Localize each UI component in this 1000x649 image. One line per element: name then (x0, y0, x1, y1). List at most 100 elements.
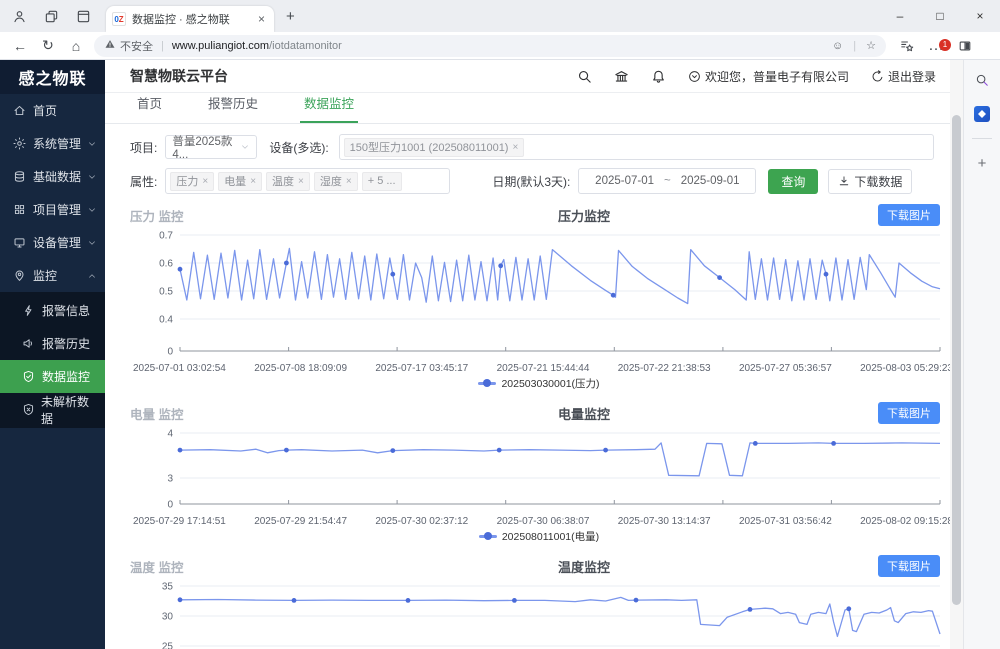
browser-home-button[interactable]: ⌂ (62, 38, 90, 54)
page: 0Z 数据监控 · 感之物联 × + – □ × ← ↻ ⌂ 不安全 | www… (0, 0, 1000, 649)
attribute-tag[interactable]: 温度× (266, 172, 310, 191)
db-icon (13, 170, 27, 184)
sidebar-item-unparsed-data[interactable]: 未解析数据 (0, 393, 105, 426)
sidebar-item-system-mgmt[interactable]: 系统管理 (0, 127, 105, 160)
url-input[interactable]: 不安全 | www.puliangiot.com /iotdatamonitor… (94, 35, 886, 57)
favorite-star-icon[interactable]: ☆ (866, 39, 876, 52)
m365-app-icon[interactable] (972, 104, 992, 124)
chart-canvas[interactable]: 353025 (125, 579, 955, 649)
sidebar-item-alarm-info[interactable]: 报警信息 (0, 294, 105, 327)
pin-icon (13, 269, 27, 283)
browser-tab[interactable]: 0Z 数据监控 · 感之物联 × (106, 6, 274, 32)
shield-x-icon (22, 403, 35, 417)
workspaces-icon[interactable] (38, 4, 64, 28)
collections-icon[interactable] (900, 39, 914, 53)
scrollbar-thumb[interactable] (952, 115, 961, 605)
project-select[interactable]: 普量2025款4... (165, 135, 257, 159)
tab-0[interactable]: 首页 (133, 93, 166, 123)
split-screen-icon[interactable] (958, 39, 972, 53)
svg-text:0.7: 0.7 (159, 231, 173, 242)
new-tab-button[interactable]: + (286, 8, 295, 25)
logout-button[interactable]: 退出登录 (871, 68, 936, 85)
svg-text:30: 30 (162, 612, 174, 623)
chevron-down-icon (87, 172, 97, 182)
tab-close-icon[interactable]: × (255, 12, 268, 26)
remove-tag-icon[interactable]: × (298, 176, 304, 187)
x-tick-label: 2025-08-03 05:29:23 (860, 363, 953, 374)
sidebar-item-monitoring[interactable]: 监控 (0, 259, 105, 292)
chart-side-label: 压力 监控 (130, 206, 290, 225)
refresh-button[interactable]: ↻ (34, 37, 62, 54)
query-button[interactable]: 查询 (768, 169, 818, 194)
remove-tag-icon[interactable]: × (202, 176, 208, 187)
window-close-button[interactable]: × (960, 0, 1000, 32)
remove-tag-icon[interactable]: × (512, 142, 518, 153)
app-sidebar: 感之物联 首页 系统管理 基础数据 项目管理 设备管理 监控 报警信息 报警历史… (0, 60, 105, 649)
svg-text:0.5: 0.5 (159, 287, 173, 298)
notification-badge: 1 (939, 39, 951, 51)
notifications-bell-icon[interactable] (651, 69, 666, 84)
sidebar-item-project-mgmt[interactable]: 项目管理 (0, 193, 105, 226)
x-tick-label: 2025-07-29 17:14:51 (133, 516, 226, 527)
sidebar-item-home[interactable]: 首页 (0, 94, 105, 127)
app-title: 智慧物联云平台 (130, 66, 228, 86)
attribute-multiselect[interactable]: 压力×电量×温度×湿度×+ 5 ... (165, 168, 450, 194)
download-data-button[interactable]: 下载数据 (828, 169, 912, 194)
sidebar-item-data-monitor[interactable]: 数据监控 (0, 360, 105, 393)
svg-text:35: 35 (162, 582, 174, 593)
download-image-button[interactable]: 下载图片 (878, 204, 940, 226)
profile-icon[interactable] (6, 4, 32, 28)
chart-canvas[interactable]: 430 (125, 426, 955, 510)
attribute-tag[interactable]: 湿度× (314, 172, 358, 191)
svg-text:0: 0 (167, 347, 173, 358)
svg-text:0.6: 0.6 (159, 259, 173, 270)
chart-canvas[interactable]: 0.70.60.50.40 (125, 228, 955, 357)
svg-text:0: 0 (167, 500, 173, 511)
x-axis-labels: 2025-07-01 03:02:542025-07-08 18:09:0920… (125, 362, 953, 374)
sidebar-item-alarm-history[interactable]: 报警历史 (0, 327, 105, 360)
date-end[interactable]: 2025-09-01 (681, 175, 740, 187)
sidebar-search-icon[interactable] (972, 70, 992, 90)
attribute-tag[interactable]: 电量× (218, 172, 262, 191)
filter-bar: 项目: 普量2025款4... 设备(多选): 150型压力1001 (2025… (105, 124, 950, 194)
date-start[interactable]: 2025-07-01 (595, 175, 654, 187)
back-button[interactable]: ← (6, 38, 34, 54)
tab-2[interactable]: 数据监控 (300, 93, 358, 123)
chart-title: 温度监控 (290, 557, 878, 576)
download-image-button[interactable]: 下载图片 (878, 555, 940, 577)
device-tag[interactable]: 150型压力1001 (202508011001)× (344, 138, 525, 157)
sidebar-item-basic-data[interactable]: 基础数据 (0, 160, 105, 193)
download-image-button[interactable]: 下载图片 (878, 402, 940, 424)
x-tick-label: 2025-07-27 05:36:57 (739, 363, 832, 374)
device-multiselect[interactable]: 150型压力1001 (202508011001)× (339, 134, 934, 160)
date-range-picker[interactable]: 2025-07-01 ~ 2025-09-01 (578, 168, 756, 194)
sidebar-item-label: 报警信息 (42, 302, 90, 319)
chart-legend[interactable]: 202503030001(压力) (125, 374, 953, 392)
reader-icon[interactable]: ☺ (832, 40, 843, 52)
search-icon[interactable] (577, 69, 592, 84)
sidebar-item-device-mgmt[interactable]: 设备管理 (0, 226, 105, 259)
security-label: 不安全 (120, 38, 153, 54)
welcome-text: 欢迎您，普量电子有限公司 (705, 68, 849, 85)
remove-tag-icon[interactable]: × (346, 176, 352, 187)
monitoring-submenu: 报警信息 报警历史 数据监控 未解析数据 (0, 292, 105, 428)
remove-tag-icon[interactable]: × (250, 176, 256, 187)
browser-menu-icon[interactable]: … 1 (928, 37, 944, 55)
attribute-tag[interactable]: 压力× (170, 172, 214, 191)
attribute-label: 属性: (130, 173, 157, 190)
window-minimize-button[interactable]: – (880, 0, 920, 32)
more-attributes-tag[interactable]: + 5 ... (362, 172, 402, 191)
tab-1[interactable]: 报警历史 (204, 93, 262, 123)
add-sidebar-icon[interactable]: + (972, 153, 992, 173)
security-warning[interactable]: 不安全 (104, 38, 153, 54)
page-scrollbar[interactable] (950, 60, 963, 649)
chart-legend[interactable]: 202508011001(电量) (125, 527, 953, 545)
url-domain: www.puliangiot.com (172, 40, 269, 52)
chart-section-0: 压力 监控 压力监控 下载图片 0.70.60.50.40 2025-07-01… (125, 202, 950, 392)
tab-actions-icon[interactable] (70, 4, 96, 28)
window-maximize-button[interactable]: □ (920, 0, 960, 32)
sidebar-item-label: 监控 (33, 267, 57, 284)
grid-icon (13, 203, 27, 217)
organization-icon[interactable] (614, 69, 629, 84)
user-menu[interactable]: 欢迎您，普量电子有限公司 (688, 68, 849, 85)
